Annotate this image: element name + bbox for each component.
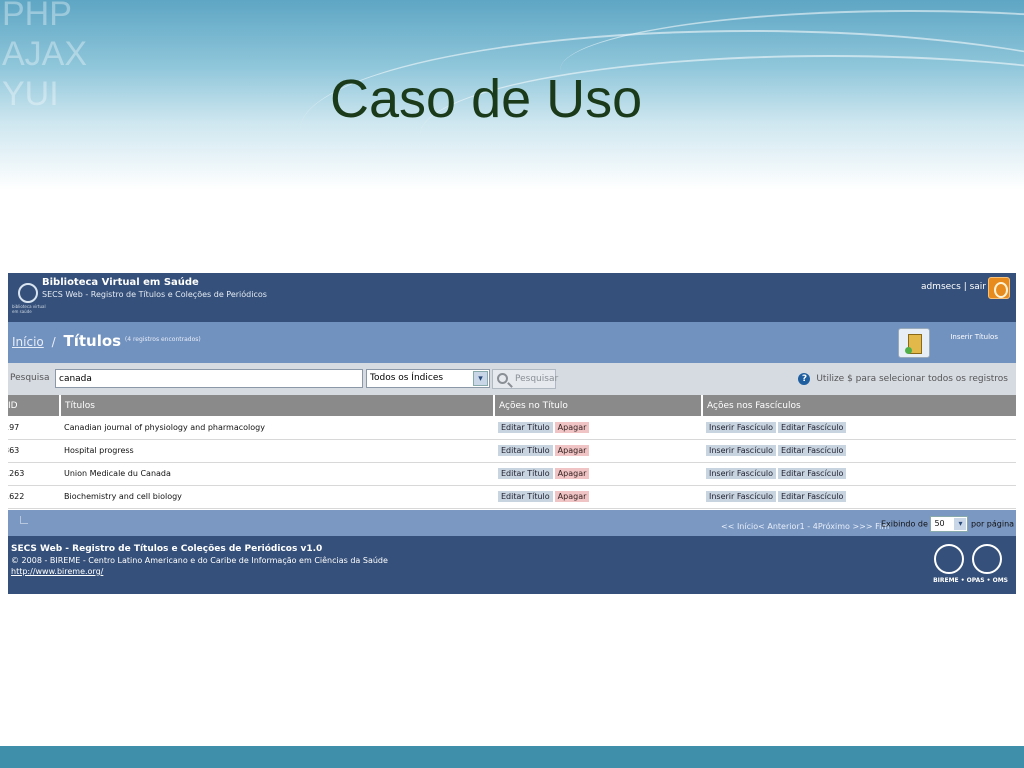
edit-issue-button[interactable]: Editar Fascículo: [778, 445, 847, 456]
column-header-titles[interactable]: Títulos: [60, 395, 495, 416]
username: admsecs: [920, 282, 961, 292]
app-name: Biblioteca Virtual em Saúde: [42, 277, 199, 288]
table-row: 197 Canadian journal of physiology and p…: [8, 416, 1016, 440]
edit-issue-button[interactable]: Editar Fascículo: [778, 421, 847, 433]
slide-header: PHP AJAX YUI Caso de Uso: [0, 0, 1024, 190]
title-actions: Editar Título Apagar: [494, 485, 702, 509]
edit-issue-button[interactable]: Editar Fascículo: [778, 468, 847, 479]
records-count: (4 registros encontrados): [124, 336, 201, 343]
insert-title-label[interactable]: Inserir Títulos: [950, 333, 998, 341]
per-page-select[interactable]: 50 ▾: [930, 515, 969, 532]
bg-word-ajax: AJAX: [2, 35, 88, 73]
title-actions: Editar Título Apagar: [494, 416, 702, 440]
page-title: Títulos: [63, 332, 122, 350]
table-row: 1622 Biochemistry and cell biology Edita…: [8, 485, 1016, 509]
secs-web-app: biblioteca virtual em saúde Biblioteca V…: [8, 273, 1016, 594]
per-page-label: Exibindo de: [881, 519, 928, 528]
issue-actions: Inserir Fascículo Editar Fascículo: [702, 462, 1016, 486]
globe-icon: [934, 543, 964, 574]
logo-circle: [18, 283, 38, 303]
issue-actions: Inserir Fascículo Editar Fascículo: [702, 485, 1016, 509]
corner-decoration: [20, 515, 28, 524]
partner-logos-text: BIREME • OPAS • OMS: [933, 576, 1008, 584]
index-select-value: Todos os Índices: [370, 373, 444, 383]
edit-title-button[interactable]: Editar Título: [498, 445, 553, 456]
per-page-value: 50: [934, 518, 945, 528]
edit-issue-button[interactable]: Editar Fascículo: [778, 491, 847, 502]
row-title[interactable]: Canadian journal of physiology and pharm…: [60, 416, 494, 440]
row-title[interactable]: Hospital progress: [60, 439, 494, 463]
user-area: admsecs | sair: [921, 282, 986, 292]
breadcrumb: Início / Títulos (4 registros encontrado…: [12, 332, 201, 350]
bg-word-yui: YUI: [2, 75, 59, 113]
insert-issue-button[interactable]: Inserir Fascículo: [706, 445, 777, 456]
chevron-down-icon[interactable]: ▾: [954, 517, 967, 530]
row-title[interactable]: Union Medicale du Canada: [60, 462, 494, 486]
search-label: Pesquisa: [10, 373, 50, 383]
edit-title-button[interactable]: Editar Título: [498, 468, 553, 479]
app-footer: SECS Web - Registro de Títulos e Coleçõe…: [8, 535, 1016, 594]
index-select[interactable]: Todos os Índices ▾: [366, 369, 490, 388]
background-words: PHP AJAX YUI: [2, 0, 87, 114]
bvs-logo-icon: biblioteca virtual em saúde: [12, 277, 46, 314]
search-help-text: Utilize $ para selecionar todos os regis…: [816, 374, 1008, 384]
pagination-bar: << Início< Anterior1 - 4Próximo >>> Fim …: [8, 508, 1016, 536]
insert-issue-button[interactable]: Inserir Fascículo: [706, 421, 777, 433]
logo-small-text: biblioteca virtual em saúde: [12, 304, 46, 314]
issue-actions: Inserir Fascículo Editar Fascículo: [702, 416, 1016, 440]
title-bar: Início / Títulos (4 registros encontrado…: [8, 322, 1016, 363]
row-title[interactable]: Biochemistry and cell biology: [60, 485, 494, 509]
power-icon[interactable]: [988, 277, 1010, 299]
partner-logos: BIREME • OPAS • OMS: [928, 543, 1008, 584]
footer-link[interactable]: http://www.bireme.org/: [11, 567, 103, 576]
edit-title-button[interactable]: Editar Título: [498, 491, 553, 502]
edit-title-button[interactable]: Editar Título: [498, 421, 553, 433]
delete-button[interactable]: Apagar: [554, 445, 590, 456]
bg-word-php: PHP: [2, 0, 72, 33]
delete-button[interactable]: Apagar: [554, 491, 590, 502]
delete-button[interactable]: Apagar: [554, 468, 590, 479]
slide-bottom-bar: [0, 746, 1024, 768]
table-header-row: ID Títulos Ações no Título Ações nos Fas…: [8, 395, 1016, 416]
row-id: 197: [8, 416, 60, 440]
breadcrumb-separator: /: [51, 335, 56, 349]
row-id: 1622: [8, 485, 60, 509]
search-bar: Pesquisa Todos os Índices ▾ Pesquisar ? …: [8, 363, 1016, 395]
table-row: 1263 Union Medicale du Canada Editar Tít…: [8, 462, 1016, 486]
row-id: 363: [8, 439, 60, 463]
per-page-suffix: por página: [971, 519, 1015, 528]
search-help: ? Utilize $ para selecionar todos os reg…: [798, 373, 1008, 385]
table-row: 363 Hospital progress Editar TítuloApaga…: [8, 439, 1016, 463]
column-header-id[interactable]: ID: [8, 395, 61, 416]
app-header: biblioteca virtual em saúde Biblioteca V…: [8, 273, 1016, 322]
help-icon[interactable]: ?: [798, 373, 811, 385]
insert-issue-button[interactable]: Inserir Fascículo: [706, 468, 777, 479]
insert-issue-button[interactable]: Inserir Fascículo: [706, 491, 777, 502]
titles-table: ID Títulos Ações no Título Ações nos Fas…: [8, 395, 1016, 509]
chevron-down-icon[interactable]: ▾: [473, 371, 488, 386]
magnifier-icon: [497, 373, 508, 384]
who-emblem-icon: [972, 543, 1002, 574]
title-actions: Editar Título Apagar: [494, 439, 702, 463]
footer-copyright: © 2008 - BIREME - Centro Latino American…: [11, 555, 388, 565]
logout-link[interactable]: sair: [970, 282, 986, 292]
column-header-issue-actions: Ações nos Fascículos: [702, 395, 1016, 416]
search-button[interactable]: Pesquisar: [492, 369, 559, 389]
per-page-control: Exibindo de 50 ▾ por página: [881, 515, 1015, 532]
search-button-label: Pesquisar: [515, 374, 559, 384]
delete-button[interactable]: Apagar: [554, 421, 590, 433]
pagination-links[interactable]: << Início< Anterior1 - 4Próximo >>> Fim: [721, 522, 889, 531]
row-id: 1263: [8, 462, 60, 486]
insert-title-button[interactable]: [898, 328, 930, 358]
title-actions: Editar Título Apagar: [494, 462, 702, 486]
column-header-title-actions: Ações no Título: [494, 395, 703, 416]
issue-actions: Inserir Fascículo Editar Fascículo: [702, 439, 1016, 463]
app-subtitle: SECS Web - Registro de Títulos e Coleçõe…: [42, 290, 267, 299]
breadcrumb-home-link[interactable]: Início: [12, 335, 44, 349]
search-input[interactable]: [55, 369, 363, 388]
slide-title: Caso de Uso: [330, 69, 643, 129]
footer-title: SECS Web - Registro de Títulos e Coleçõe…: [11, 543, 323, 554]
